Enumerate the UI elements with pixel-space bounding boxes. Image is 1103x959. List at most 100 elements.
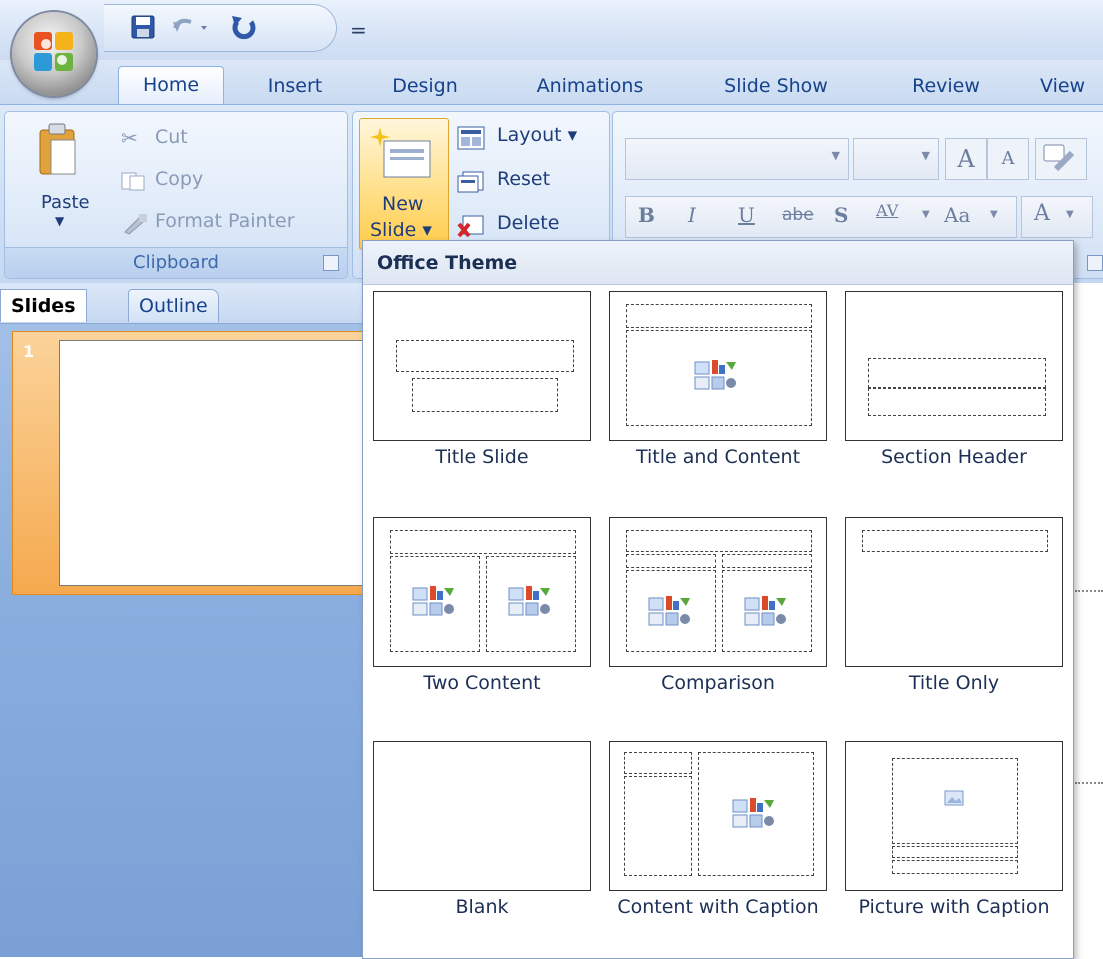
- save-icon[interactable]: [128, 11, 158, 43]
- layout-thumbnail: [845, 517, 1063, 667]
- font-name-combo[interactable]: ▼: [625, 138, 849, 180]
- tab-home[interactable]: Home: [118, 66, 224, 105]
- strikethrough-button[interactable]: abe: [782, 205, 814, 225]
- layout-content-with-caption[interactable]: Content with Caption: [609, 741, 827, 919]
- tab-insert[interactable]: Insert: [250, 68, 340, 104]
- caption-placeholder: [624, 776, 692, 876]
- content-icon: [732, 798, 774, 828]
- font-color-dropdown-arrow[interactable]: ▼: [1066, 209, 1074, 220]
- tab-review[interactable]: Review: [896, 68, 996, 104]
- placeholder-edge: [1075, 782, 1103, 784]
- layout-title-and-content[interactable]: Title and Content: [609, 291, 827, 469]
- new-slide-dropdown-label[interactable]: Slide ▾: [370, 219, 432, 241]
- tab-animations[interactable]: Animations: [520, 68, 660, 104]
- layout-label: Picture with Caption: [858, 896, 1050, 918]
- reset-label: Reset: [497, 168, 551, 190]
- paste-label: Paste: [41, 192, 90, 213]
- paste-icon: [39, 123, 76, 175]
- subtitle-placeholder: [412, 378, 558, 412]
- layout-gallery-dropdown: Office Theme Title Slide Title and Conte…: [362, 240, 1074, 959]
- font-format-row: B I U abe S AV ▼ Aa ▼: [625, 196, 1017, 238]
- text-placeholder: [868, 388, 1046, 416]
- character-spacing-dropdown-arrow[interactable]: ▼: [922, 209, 930, 220]
- character-spacing-button[interactable]: AV: [876, 201, 898, 220]
- right-heading-placeholder: [722, 554, 812, 568]
- slides-pane: Slides Outline 1: [0, 283, 381, 957]
- title-placeholder: [868, 358, 1046, 388]
- layout-section-header[interactable]: Section Header: [845, 291, 1063, 469]
- layout-label: Section Header: [881, 446, 1027, 468]
- tab-outline[interactable]: Outline: [128, 289, 219, 322]
- new-slide-button[interactable]: New Slide ▾: [359, 118, 449, 250]
- title-bar: =: [0, 0, 1103, 60]
- clipboard-dialog-launcher[interactable]: [323, 255, 339, 271]
- paste-dropdown-arrow[interactable]: ▼: [55, 214, 64, 228]
- layout-thumbnail: [373, 517, 591, 667]
- caption-text-placeholder: [892, 860, 1018, 874]
- italic-button[interactable]: I: [688, 203, 696, 227]
- layout-thumbnail: [373, 291, 591, 441]
- ribbon-tabs: Home Insert Design Animations Slide Show…: [0, 60, 1103, 105]
- paintbrush-icon: [124, 214, 147, 235]
- font-size-combo[interactable]: ▼: [853, 138, 939, 180]
- layout-blank[interactable]: Blank: [373, 741, 591, 919]
- layout-thumbnail: [609, 517, 827, 667]
- layout-two-content[interactable]: Two Content: [373, 517, 591, 695]
- layout-label: Title Only: [908, 672, 1000, 694]
- slide-thumbnail-selected[interactable]: 1: [12, 331, 381, 595]
- layout-title-only[interactable]: Title Only: [845, 517, 1063, 695]
- copy-icon: [121, 172, 145, 191]
- reset-icon: [457, 171, 484, 193]
- content-icon: [508, 586, 550, 616]
- pane-tabs: Slides Outline: [0, 283, 362, 324]
- clear-formatting-button[interactable]: [1035, 138, 1087, 180]
- title-placeholder: [624, 752, 692, 774]
- shrink-font-button[interactable]: A: [987, 138, 1029, 180]
- layout-thumbnail: [845, 291, 1063, 441]
- new-slide-label: New: [382, 193, 424, 215]
- change-case-button[interactable]: Aa: [944, 203, 970, 227]
- caption-title-placeholder: [892, 846, 1018, 858]
- font-color-button[interactable]: A ▼: [1021, 196, 1093, 238]
- picture-icon: [944, 790, 964, 806]
- undo-icon[interactable]: [168, 11, 214, 43]
- quick-access-toolbar: [104, 4, 337, 52]
- layout-thumbnail: [845, 741, 1063, 891]
- layout-title-slide[interactable]: Title Slide: [373, 291, 591, 469]
- customize-qat-button[interactable]: =: [350, 18, 367, 42]
- layout-thumbnail: [609, 741, 827, 891]
- tab-view[interactable]: View: [1040, 68, 1103, 104]
- clipboard-group: Paste ▼ ✂ Cut Copy Format Painter Clipbo…: [4, 111, 348, 279]
- layout-comparison[interactable]: Comparison: [609, 517, 827, 695]
- font-dialog-launcher[interactable]: [1087, 255, 1103, 271]
- redo-icon[interactable]: [224, 11, 264, 43]
- bold-button[interactable]: B: [638, 203, 655, 227]
- shrink-font-label: A: [1001, 148, 1015, 169]
- change-case-dropdown-arrow[interactable]: ▼: [990, 209, 998, 220]
- tab-slides[interactable]: Slides: [0, 289, 87, 322]
- font-name-dropdown-arrow[interactable]: ▼: [832, 149, 840, 162]
- layout-label: Title Slide: [435, 446, 529, 468]
- office-logo-icon: [34, 32, 73, 71]
- placeholder-edge: [1075, 590, 1103, 592]
- slide-thumbnail[interactable]: [59, 340, 381, 586]
- paste-button[interactable]: Paste ▼: [15, 118, 99, 244]
- font-size-dropdown-arrow[interactable]: ▼: [922, 149, 930, 162]
- grow-font-button[interactable]: A: [945, 138, 987, 180]
- office-button[interactable]: [12, 12, 96, 96]
- title-placeholder: [396, 340, 574, 372]
- new-slide-icon: [370, 127, 431, 178]
- layout-label: Two Content: [423, 672, 541, 694]
- tab-design[interactable]: Design: [380, 68, 470, 104]
- tab-slide-show[interactable]: Slide Show: [706, 68, 846, 104]
- font-color-label: A: [1034, 201, 1050, 226]
- slide-editor-area[interactable]: [1072, 283, 1103, 957]
- format-painter-label: Format Painter: [155, 210, 295, 232]
- shadow-button[interactable]: S: [834, 203, 848, 227]
- clipboard-group-label: Clipboard: [5, 247, 347, 278]
- title-placeholder: [862, 530, 1048, 552]
- underline-button[interactable]: U: [738, 203, 755, 227]
- layout-picture-with-caption[interactable]: Picture with Caption: [845, 741, 1063, 919]
- content-icon: [744, 596, 786, 626]
- slide-number: 1: [23, 342, 35, 361]
